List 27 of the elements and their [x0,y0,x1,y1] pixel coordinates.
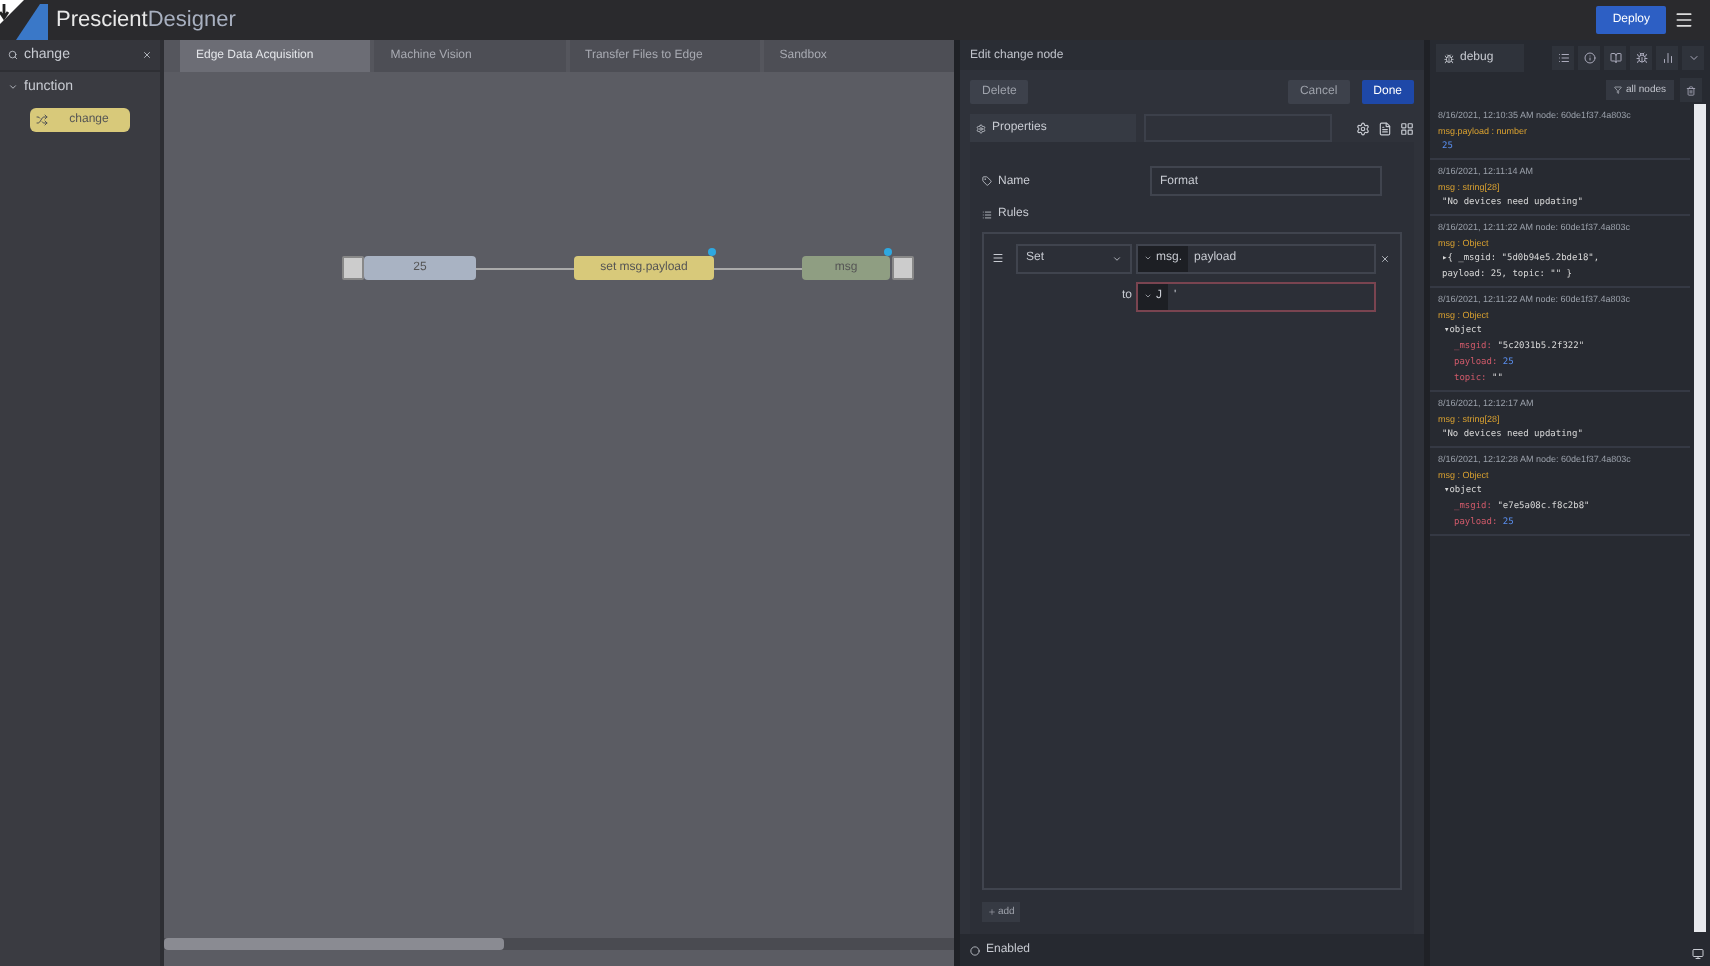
settings-icon[interactable] [1356,121,1370,135]
tag-icon [982,176,992,186]
document-icon[interactable] [1378,121,1392,135]
grid-icon[interactable] [1400,121,1414,135]
app-title: PrescientDesigner [56,8,238,32]
info-icon[interactable] [1578,46,1600,70]
monitor-icon[interactable] [1692,948,1704,960]
scrollbar[interactable] [1694,104,1706,932]
menu-icon[interactable] [1674,10,1694,30]
plus-icon [988,908,996,916]
scrollbar[interactable] [164,938,954,950]
gear-icon [976,123,986,133]
bug-icon[interactable] [1630,46,1652,70]
shuffle-icon [36,114,48,126]
chart-icon[interactable] [1656,46,1678,70]
trash-icon[interactable] [1680,78,1702,102]
filter-icon [1613,86,1622,94]
drag-handle-icon[interactable] [992,252,1004,264]
toggle-button[interactable] [892,256,914,280]
caret-icon [1112,253,1122,263]
circle-icon[interactable] [970,945,980,955]
bug-icon [1444,53,1454,63]
list-icon[interactable] [1552,46,1574,70]
book-icon[interactable] [1604,46,1626,70]
search-icon [8,50,18,60]
list-icon [982,209,992,219]
caret-icon [8,81,18,91]
